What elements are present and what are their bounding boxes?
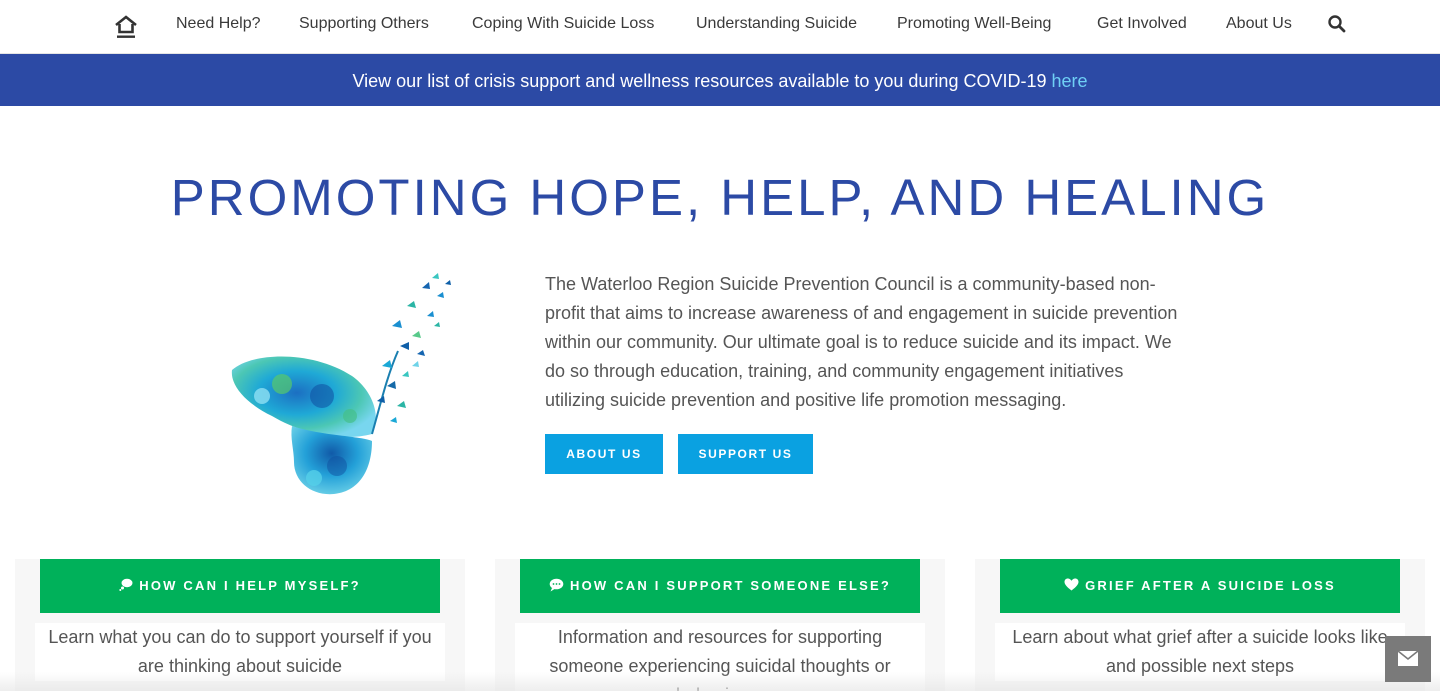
banner-here-link[interactable]: here — [1051, 71, 1087, 91]
covid-banner: View our list of crisis support and well… — [0, 54, 1440, 106]
bottom-shadow — [0, 672, 1440, 691]
heart-icon — [1064, 578, 1079, 591]
home-icon[interactable] — [113, 13, 139, 39]
search-icon[interactable] — [1327, 14, 1347, 34]
about-us-button[interactable]: ABOUT US — [545, 434, 663, 474]
contact-widget-button[interactable] — [1385, 636, 1431, 682]
nav-item-need-help[interactable]: Need Help? — [176, 15, 261, 33]
nav-item-supporting-others[interactable]: Supporting Others — [299, 15, 429, 33]
grief-loss-button[interactable]: GRIEF AFTER A SUICIDE LOSS — [1000, 559, 1400, 613]
butterfly-illustration — [231, 273, 451, 495]
top-navigation: Need Help? Supporting Others Coping With… — [0, 0, 1440, 54]
nav-item-about-us[interactable]: About Us — [1226, 15, 1292, 33]
page-title: PROMOTING HOPE, HELP, AND HEALING — [170, 169, 1270, 226]
support-someone-button[interactable]: HOW CAN I SUPPORT SOMEONE ELSE? — [520, 559, 920, 613]
support-us-button[interactable]: SUPPORT US — [678, 434, 813, 474]
help-myself-label: HOW CAN I HELP MYSELF? — [139, 578, 361, 593]
banner-text: View our list of crisis support and well… — [352, 71, 1052, 91]
help-myself-button[interactable]: HOW CAN I HELP MYSELF? — [40, 559, 440, 613]
nav-item-coping-with-suicide-loss[interactable]: Coping With Suicide Loss — [472, 15, 654, 33]
grief-loss-label: GRIEF AFTER A SUICIDE LOSS — [1085, 578, 1336, 593]
nav-item-get-involved[interactable]: Get Involved — [1097, 15, 1187, 33]
speech-bubble-icon — [549, 578, 564, 592]
envelope-icon — [1397, 650, 1419, 666]
intro-paragraph: The Waterloo Region Suicide Prevention C… — [545, 274, 1178, 410]
thought-bubble-icon — [119, 578, 133, 591]
support-someone-label: HOW CAN I SUPPORT SOMEONE ELSE? — [570, 578, 891, 593]
nav-item-promoting-well-being[interactable]: Promoting Well-Being — [897, 15, 1051, 33]
nav-item-understanding-suicide[interactable]: Understanding Suicide — [696, 15, 857, 33]
